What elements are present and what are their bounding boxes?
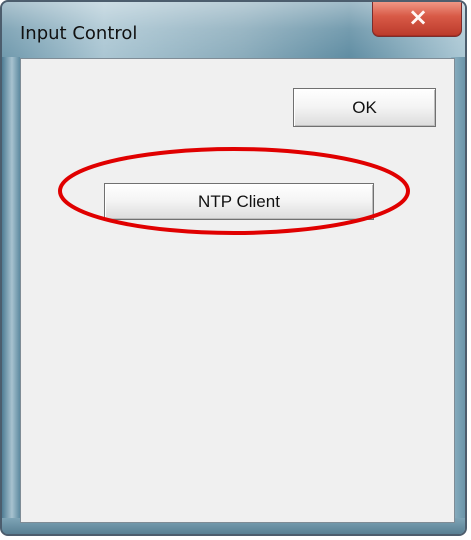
left-window-frame [2, 57, 20, 525]
dialog-title-bar[interactable]: Input Control × [2, 2, 465, 58]
close-button[interactable]: × [372, 2, 462, 37]
ok-button[interactable]: OK [293, 88, 436, 127]
ntp-client-button[interactable]: NTP Client [104, 183, 374, 220]
dialog-content: OK NTP Client [20, 58, 455, 523]
close-icon: × [408, 3, 429, 31]
window-title: Input Control [20, 23, 138, 44]
input-control-dialog: Input Control × OK NTP Client [0, 0, 467, 536]
